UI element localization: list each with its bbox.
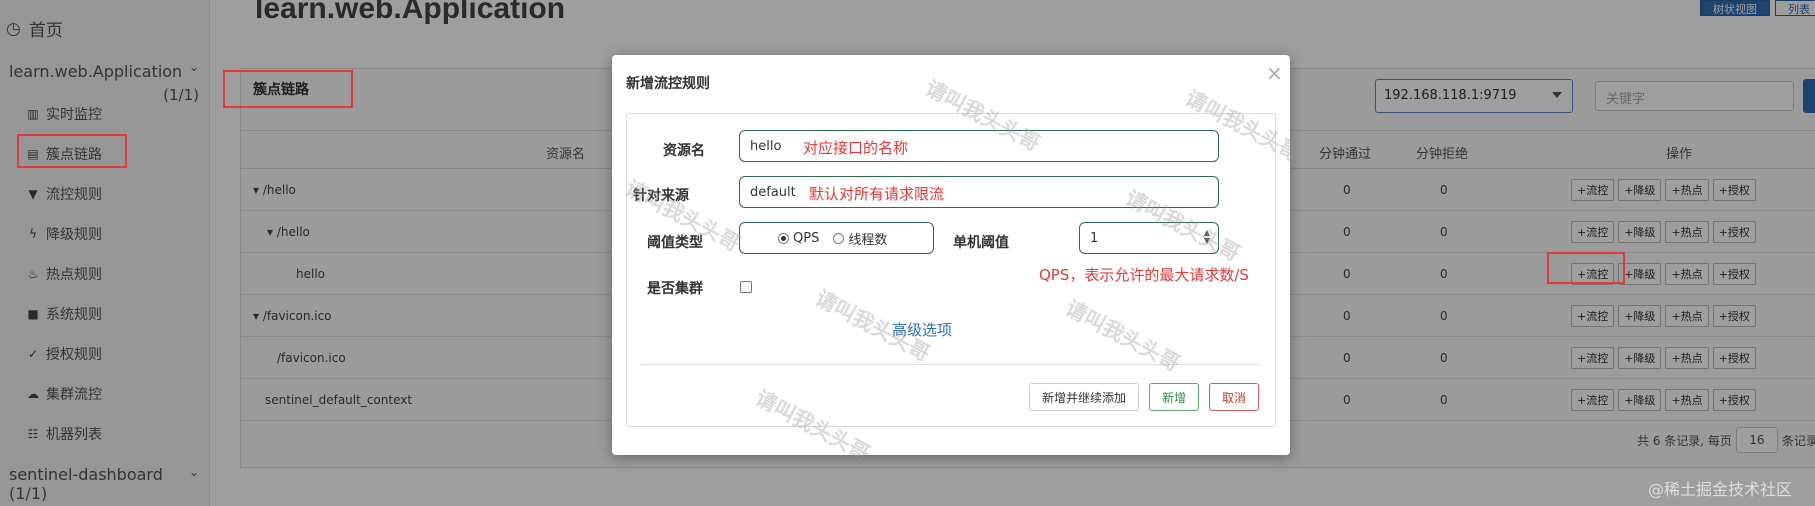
annotation-source: 默认对所有请求限流 — [809, 185, 945, 203]
divider — [641, 364, 1261, 365]
cancel-button[interactable]: 取消 — [1209, 383, 1259, 411]
highlight-box-flow-button — [1547, 252, 1625, 284]
add-and-continue-button[interactable]: 新增并继续添加 — [1029, 383, 1139, 411]
add-button[interactable]: 新增 — [1149, 383, 1199, 411]
qps-radio[interactable]: QPS — [778, 231, 819, 246]
close-icon[interactable]: × — [1266, 61, 1283, 85]
threshold-type-group: QPS 线程数 — [739, 222, 934, 254]
source-label: 针对来源 — [633, 188, 689, 204]
credit-text: @稀土掘金技术社区 — [1648, 480, 1793, 499]
thread-radio[interactable]: 线程数 — [833, 229, 887, 248]
dialog-form: 资源名 hello 对应接口的名称 针对来源 default 默认对所有请求限流… — [626, 113, 1276, 427]
flow-rule-dialog: 新增流控规则 × 资源名 hello 对应接口的名称 针对来源 default … — [612, 55, 1290, 455]
source-value: default — [750, 185, 796, 200]
cluster-label: 是否集群 — [647, 281, 703, 297]
cluster-checkbox[interactable] — [740, 281, 752, 293]
qps-label: QPS — [793, 230, 820, 246]
highlight-box-panel-title — [223, 70, 353, 108]
resource-value: hello — [750, 139, 782, 154]
radio-selected-icon — [778, 232, 789, 244]
threshold-type-label: 阈值类型 — [647, 235, 703, 251]
annotation-resource: 对应接口的名称 — [803, 139, 909, 157]
annotation-qps: QPS，表示允许的最大请求数/S — [1039, 266, 1249, 284]
resource-label: 资源名 — [663, 143, 705, 159]
threshold-input[interactable]: 1 ▲ ▼ — [1079, 222, 1219, 254]
thread-label: 线程数 — [848, 232, 888, 248]
spinner-icon[interactable]: ▲ ▼ — [1204, 229, 1210, 245]
advanced-options-link[interactable]: 高级选项 — [892, 319, 952, 340]
threshold-value: 1 — [1090, 231, 1099, 246]
highlight-box-sidebar — [17, 134, 127, 168]
radio-empty-icon — [833, 232, 845, 244]
dialog-title: 新增流控规则 — [626, 76, 710, 92]
single-threshold-label: 单机阈值 — [953, 235, 1009, 251]
